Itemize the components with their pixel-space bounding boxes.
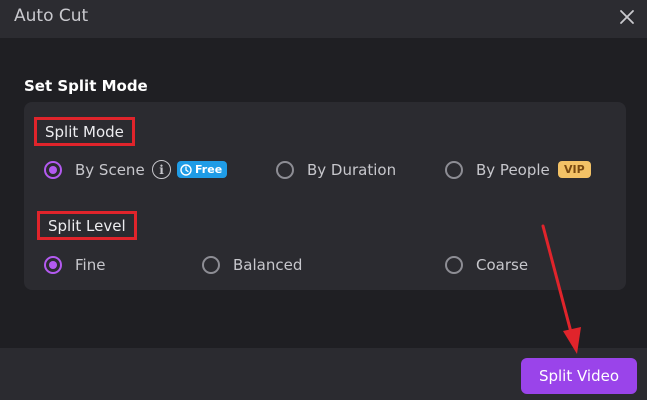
close-icon[interactable] bbox=[616, 6, 638, 28]
vip-badge: VIP bbox=[558, 161, 591, 178]
radio-indicator bbox=[445, 161, 463, 179]
section-title: Set Split Mode bbox=[24, 77, 148, 95]
split-level-label: Split Level bbox=[37, 211, 137, 240]
radio-indicator bbox=[445, 256, 463, 274]
radio-by-duration[interactable]: By Duration bbox=[276, 160, 396, 180]
radio-indicator bbox=[44, 161, 62, 179]
radio-indicator bbox=[276, 161, 294, 179]
radio-label: Coarse bbox=[476, 256, 529, 274]
window-title: Auto Cut bbox=[14, 6, 89, 26]
radio-label: By Scene bbox=[75, 161, 145, 179]
radio-label: By People bbox=[476, 161, 550, 179]
radio-indicator bbox=[202, 256, 220, 274]
radio-label: Balanced bbox=[233, 256, 303, 274]
info-icon[interactable]: i bbox=[152, 160, 171, 179]
split-mode-label: Split Mode bbox=[34, 117, 135, 146]
title-bar: Auto Cut bbox=[0, 0, 647, 38]
free-badge-text: Free bbox=[195, 163, 223, 176]
clock-icon bbox=[180, 163, 192, 176]
radio-indicator bbox=[44, 256, 62, 274]
radio-balanced[interactable]: Balanced bbox=[202, 255, 302, 275]
free-badge: Free bbox=[177, 161, 228, 178]
radio-coarse[interactable]: Coarse bbox=[445, 255, 528, 275]
radio-label: By Duration bbox=[307, 161, 397, 179]
radio-by-people[interactable]: By People bbox=[445, 160, 550, 180]
radio-label: Fine bbox=[75, 256, 106, 274]
radio-by-scene[interactable]: By Scene bbox=[44, 160, 145, 180]
split-video-button[interactable]: Split Video bbox=[521, 358, 637, 394]
radio-fine[interactable]: Fine bbox=[44, 255, 105, 275]
